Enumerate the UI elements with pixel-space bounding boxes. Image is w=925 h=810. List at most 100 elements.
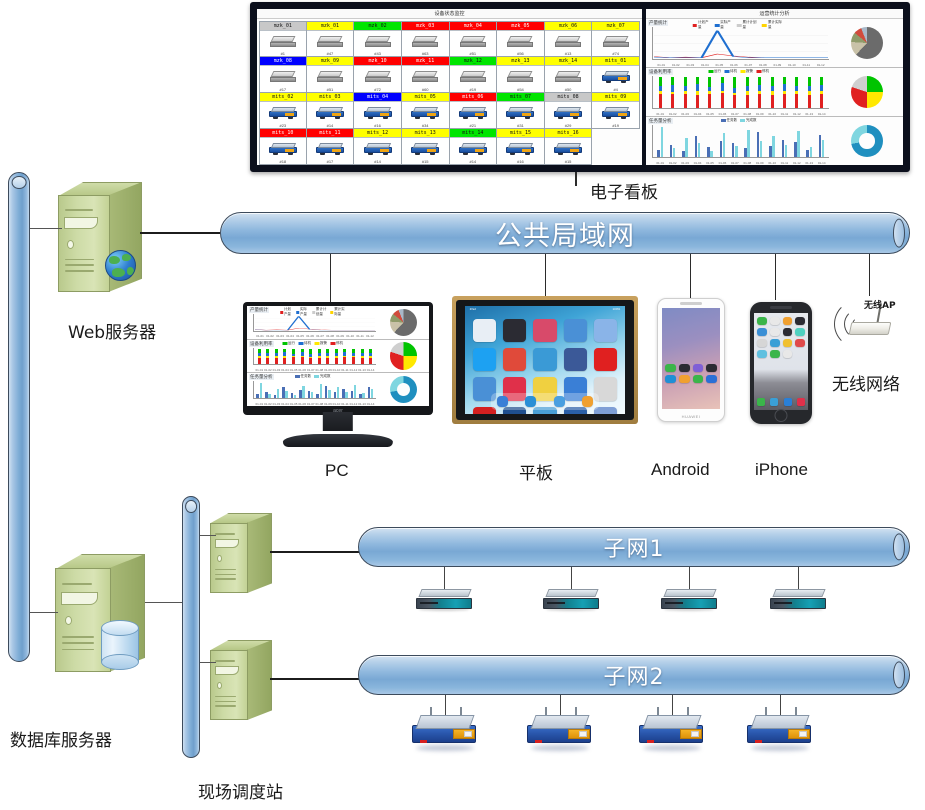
- app-icon[interactable]: [533, 318, 557, 343]
- agv-vehicle[interactable]: [745, 707, 815, 753]
- equipment-status-cell[interactable]: mzk_01 #1: [259, 21, 307, 57]
- equipment-status-cell[interactable]: mzk_10 #72: [354, 57, 402, 93]
- app-icon[interactable]: [769, 349, 780, 358]
- agv-vehicle[interactable]: [410, 707, 480, 753]
- bar-segment: [733, 94, 737, 108]
- app-icon[interactable]: [473, 318, 497, 343]
- app-icon[interactable]: [769, 316, 780, 325]
- equipment-status-cell[interactable]: mzk_01 #47: [306, 21, 355, 57]
- app-icon[interactable]: [795, 338, 805, 347]
- equipment-status-cell[interactable]: mzk_04 #51: [449, 21, 498, 57]
- equipment-status-cell[interactable]: mits_02 #23: [259, 93, 307, 129]
- app-icon[interactable]: [782, 327, 793, 336]
- android-app-grid[interactable]: [665, 363, 717, 383]
- iphone-dock[interactable]: [757, 398, 805, 407]
- dock-app-icon[interactable]: [582, 395, 594, 407]
- wire-lan-to-iphone: [775, 254, 776, 300]
- bar-group: [782, 77, 786, 108]
- app-icon[interactable]: [706, 363, 717, 372]
- app-icon[interactable]: [563, 318, 587, 343]
- bar-segment: [758, 77, 762, 86]
- chart-plot-area: 任务量分析 任务数 完成数 01-01 01-02 01-03 01-04 01-05 01-0…: [247, 373, 378, 406]
- bar: [345, 391, 348, 399]
- equipment-status-cell[interactable]: mits_14 #14: [449, 129, 498, 165]
- agv-vehicle[interactable]: [525, 707, 595, 753]
- app-icon[interactable]: [473, 348, 497, 372]
- dock-app-icon[interactable]: [770, 398, 779, 407]
- equipment-status-cell[interactable]: mzk_09 #51: [306, 57, 355, 93]
- app-icon[interactable]: [503, 348, 527, 372]
- app-icon[interactable]: [665, 374, 676, 383]
- app-icon[interactable]: [757, 327, 767, 336]
- app-icon[interactable]: [757, 349, 767, 358]
- app-icon[interactable]: [706, 374, 717, 383]
- equipment-status-cell[interactable]: mits_03 #14: [306, 93, 355, 129]
- home-button-icon[interactable]: [774, 409, 788, 422]
- equipment-status-cell[interactable]: mits_16 #15: [544, 129, 593, 165]
- equipment-status-cell[interactable]: mzk_12 #19: [449, 57, 498, 93]
- equipment-status-cell[interactable]: mits_15 #16: [497, 129, 545, 165]
- status-cell-id: #14: [326, 123, 334, 128]
- bar-group: [334, 348, 338, 365]
- app-icon[interactable]: [782, 338, 793, 347]
- app-icon[interactable]: [782, 316, 793, 325]
- app-icon[interactable]: [533, 348, 557, 372]
- app-icon[interactable]: [795, 316, 805, 325]
- equipment-status-cell[interactable]: mits_11 #17: [306, 129, 355, 165]
- app-icon[interactable]: [769, 338, 780, 347]
- agv-vehicle[interactable]: [637, 707, 707, 753]
- app-icon[interactable]: [692, 363, 704, 372]
- equipment-status-cell[interactable]: mits_09 #19: [592, 93, 640, 129]
- equipment-status-cell[interactable]: mzk_14 #50: [544, 57, 593, 93]
- iphone-app-grid[interactable]: [757, 316, 805, 358]
- bar: [735, 145, 738, 157]
- equipment-status-cell[interactable]: mzk_06 #13: [544, 21, 593, 57]
- dock-app-icon[interactable]: [553, 395, 565, 407]
- equipment-status-cell[interactable]: mits_04 #16: [354, 93, 402, 129]
- app-icon[interactable]: [665, 363, 676, 372]
- app-icon[interactable]: [563, 348, 587, 372]
- app-icon[interactable]: [757, 316, 767, 325]
- status-tag: mits_01: [592, 57, 639, 66]
- equipment-status-cell[interactable]: mzk_07 #74: [592, 21, 640, 57]
- equipment-status-cell[interactable]: mzk_02 #43: [354, 21, 402, 57]
- equipment-status-cell[interactable]: mzk_11 #60: [401, 57, 450, 93]
- app-icon[interactable]: [678, 363, 690, 372]
- app-icon[interactable]: [757, 338, 767, 347]
- app-icon[interactable]: [593, 348, 618, 372]
- dock-app-icon[interactable]: [496, 395, 508, 407]
- app-icon[interactable]: [795, 327, 805, 336]
- subnet1-switch-device[interactable]: [770, 589, 826, 611]
- app-icon[interactable]: [678, 374, 690, 383]
- subnet1-switch-device[interactable]: [416, 589, 472, 611]
- equipment-status-cell[interactable]: mzk_03 #63: [401, 21, 450, 57]
- subnet1-switch-device[interactable]: [661, 589, 717, 611]
- equipment-status-cell[interactable]: mits_12 #14: [354, 129, 402, 165]
- equipment-status-cell[interactable]: mits_06 #21: [449, 93, 498, 129]
- equipment-status-cell[interactable]: mzk_05 #56: [497, 21, 545, 57]
- dock-app-icon[interactable]: [796, 398, 805, 407]
- app-icon[interactable]: [593, 318, 618, 343]
- dock-app-icon[interactable]: [525, 395, 537, 407]
- app-icon[interactable]: [769, 327, 780, 336]
- equipment-status-cell[interactable]: mits_08 #29: [544, 93, 593, 129]
- vehicle-icon: [354, 102, 401, 123]
- tablet-dock[interactable]: [490, 392, 600, 410]
- subnet1-switch-device[interactable]: [543, 589, 599, 611]
- equipment-status-cell[interactable]: mzk_08 #17: [259, 57, 307, 93]
- dock-app-icon[interactable]: [757, 398, 766, 407]
- status-tag: mzk_09: [306, 57, 354, 66]
- app-icon[interactable]: [692, 374, 704, 383]
- equipment-status-cell[interactable]: mits_01 #4: [592, 57, 640, 93]
- equipment-status-cell[interactable]: mits_10 #18: [259, 129, 307, 165]
- app-icon[interactable]: [503, 318, 527, 343]
- dock-app-icon[interactable]: [783, 398, 792, 407]
- equipment-status-cell[interactable]: mits_05 #34: [401, 93, 450, 129]
- equipment-status-cell[interactable]: mits_07 #31: [497, 93, 545, 129]
- x-tick: 01-08: [315, 401, 324, 406]
- server-front-face: [58, 195, 111, 292]
- status-tag: mits_14: [449, 129, 497, 138]
- equipment-status-cell[interactable]: mits_13 #15: [401, 129, 450, 165]
- app-icon[interactable]: [782, 349, 793, 358]
- equipment-status-cell[interactable]: mzk_13 #54: [497, 57, 545, 93]
